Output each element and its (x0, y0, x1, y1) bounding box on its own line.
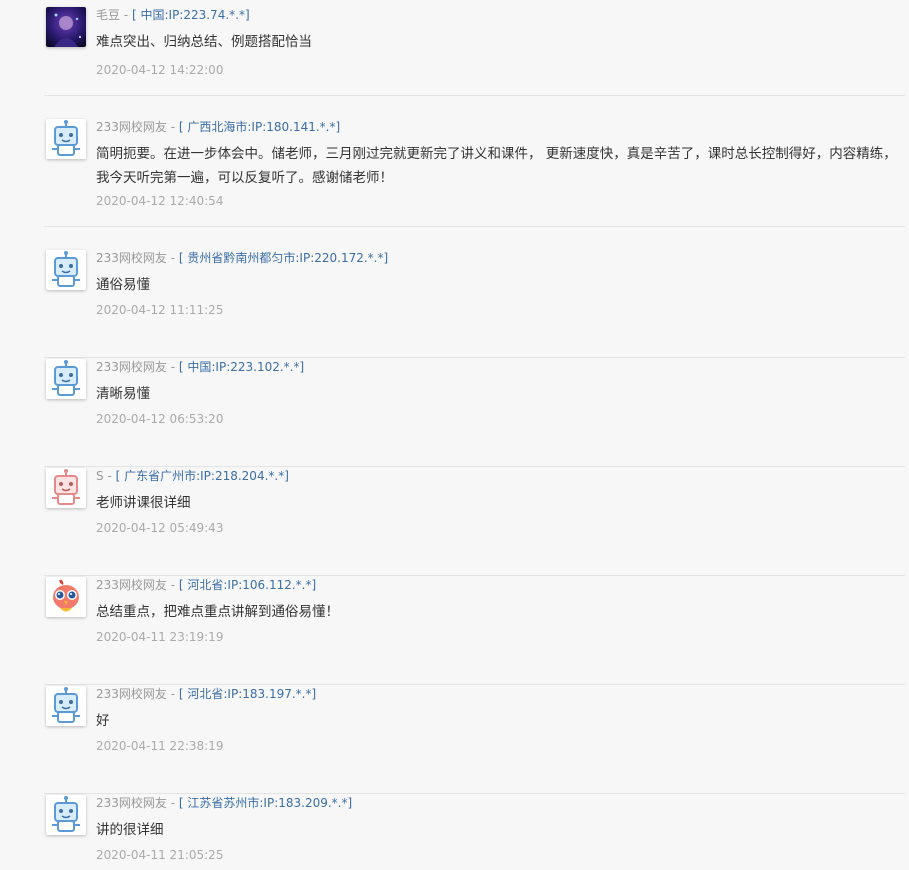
comment-item: 233网校网友 - [ 河北省:IP:106.112.*.*] 总结重点，把难点… (44, 575, 905, 685)
comment-meta: 233网校网友 - [ 江苏省苏州市:IP:183.209.*.*] (96, 795, 352, 811)
comment-meta: 233网校网友 - [ 河北省:IP:183.197.*.*] (96, 686, 316, 702)
meta-separator: - (103, 469, 116, 483)
comment-content: 难点突出、归纳总结、例题搭配恰当 (96, 34, 312, 50)
user-location-link[interactable]: [ 广西北海市:IP:180.141.*.*] (179, 120, 340, 134)
comment-list: 毛豆 - [ 中国:IP:223.74.*.*] 难点突出、归纳总结、例题搭配恰… (0, 0, 909, 870)
comment-time: 2020-04-11 22:38:19 (96, 739, 224, 753)
meta-separator: - (166, 120, 179, 134)
meta-separator: - (120, 8, 132, 22)
robot-icon (46, 359, 86, 399)
user-name: S (96, 469, 104, 483)
meta-separator: - (166, 687, 179, 701)
comment-item: 233网校网友 - [ 河北省:IP:183.197.*.*] 好 2020-0… (44, 684, 905, 794)
comment-meta: S - [ 广东省广州市:IP:218.204.*.*] (96, 468, 289, 484)
comment-item: 233网校网友 - [ 江苏省苏州市:IP:183.209.*.*] 讲的很详细… (44, 793, 905, 870)
user-name: 233网校网友 (96, 360, 167, 374)
comment-time: 2020-04-12 14:22:00 (96, 63, 224, 77)
comment-meta: 233网校网友 - [ 中国:IP:223.102.*.*] (96, 359, 304, 375)
robot-avatar-blue[interactable] (46, 359, 86, 399)
comment-content: 清晰易懂 (96, 386, 150, 402)
meta-separator: - (166, 578, 179, 592)
robot-icon (46, 468, 86, 508)
comment-content: 讲的很详细 (96, 822, 164, 838)
comment-time: 2020-04-11 21:05:25 (96, 848, 224, 862)
comment-meta: 233网校网友 - [ 广西北海市:IP:180.141.*.*] (96, 119, 340, 135)
user-location-link[interactable]: [ 中国:IP:223.74.*.*] (132, 8, 250, 22)
user-location-link[interactable]: [ 广东省广州市:IP:218.204.*.*] (116, 469, 289, 483)
robot-avatar-blue[interactable] (46, 119, 86, 159)
user-location-link[interactable]: [ 贵州省黔南州都匀市:IP:220.172.*.*] (179, 251, 388, 265)
robot-avatar-blue[interactable] (46, 250, 86, 290)
robot-icon (46, 686, 86, 726)
comment-content: 总结重点，把难点重点讲解到通俗易懂！ (96, 604, 339, 620)
robot-avatar-pink[interactable] (46, 468, 86, 508)
meta-separator: - (166, 796, 179, 810)
bird-icon (46, 577, 86, 617)
user-location-link[interactable]: [ 河北省:IP:106.112.*.*] (179, 578, 316, 592)
user-name: 233网校网友 (96, 578, 167, 592)
comment-time: 2020-04-11 23:19:19 (96, 630, 224, 644)
comment-item: S - [ 广东省广州市:IP:218.204.*.*] 老师讲课很详细 202… (44, 466, 905, 576)
comment-meta: 毛豆 - [ 中国:IP:223.74.*.*] (96, 7, 250, 23)
user-name: 233网校网友 (96, 687, 167, 701)
meta-separator: - (166, 360, 179, 374)
photo-avatar[interactable] (46, 7, 86, 47)
comment-time: 2020-04-12 12:40:54 (96, 194, 224, 208)
robot-icon (46, 119, 86, 159)
user-location-link[interactable]: [ 江苏省苏州市:IP:183.209.*.*] (179, 796, 352, 810)
bird-avatar[interactable] (46, 577, 86, 617)
robot-icon (46, 250, 86, 290)
photo-avatar-image (46, 7, 86, 47)
comment-content: 通俗易懂 (96, 277, 150, 293)
user-location-link[interactable]: [ 河北省:IP:183.197.*.*] (179, 687, 316, 701)
comment-time: 2020-04-12 06:53:20 (96, 412, 224, 426)
user-name: 233网校网友 (96, 251, 167, 265)
user-name: 233网校网友 (96, 796, 167, 810)
comment-item: 233网校网友 - [ 中国:IP:223.102.*.*] 清晰易懂 2020… (44, 357, 905, 467)
comment-content: 好 (96, 713, 110, 729)
user-location-link[interactable]: [ 中国:IP:223.102.*.*] (179, 360, 304, 374)
robot-avatar-blue[interactable] (46, 795, 86, 835)
comment-time: 2020-04-12 11:11:25 (96, 303, 224, 317)
user-name: 233网校网友 (96, 120, 167, 134)
meta-separator: - (166, 251, 179, 265)
comment-meta: 233网校网友 - [ 河北省:IP:106.112.*.*] (96, 577, 316, 593)
comment-content: 简明扼要。在进一步体会中。储老师，三月刚过完就更新完了讲义和课件， 更新速度快，… (96, 146, 897, 186)
comment-time: 2020-04-12 05:49:43 (96, 521, 224, 535)
user-name: 毛豆 (96, 8, 121, 22)
comment-item: 233网校网友 - [ 贵州省黔南州都匀市:IP:220.172.*.*] 通俗… (44, 248, 905, 358)
robot-avatar-blue[interactable] (46, 686, 86, 726)
comment-meta: 233网校网友 - [ 贵州省黔南州都匀市:IP:220.172.*.*] (96, 250, 388, 266)
robot-icon (46, 795, 86, 835)
comment-item: 毛豆 - [ 中国:IP:223.74.*.*] 难点突出、归纳总结、例题搭配恰… (44, 5, 905, 96)
comment-item: 233网校网友 - [ 广西北海市:IP:180.141.*.*] 简明扼要。在… (44, 117, 905, 227)
comment-content: 老师讲课很详细 (96, 495, 191, 511)
